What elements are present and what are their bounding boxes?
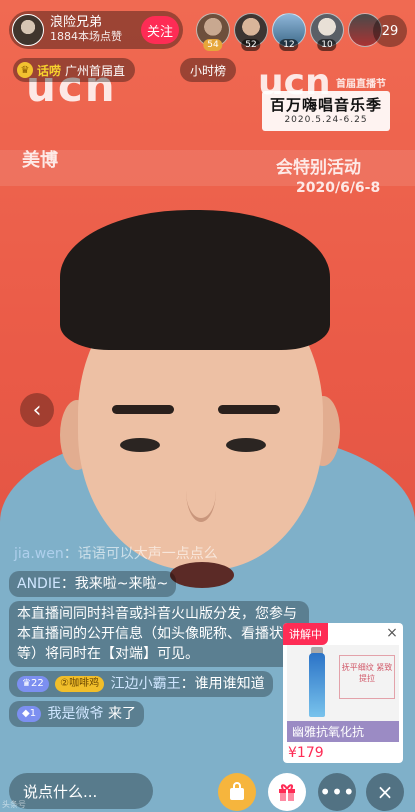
anchor-info[interactable]: 浪险兄弟 1884本场点赞 关注	[9, 11, 183, 49]
product-label: 抚平细纹 紧致提拉	[339, 655, 395, 699]
more-icon[interactable]: •••	[318, 773, 356, 811]
left-eye	[120, 438, 160, 452]
viewer-badge: 52	[241, 39, 261, 51]
fan-club-badge: ② 咖啡鸡	[55, 676, 105, 692]
gift-icon[interactable]	[268, 773, 306, 811]
rank-pill[interactable]: ♛ 话唠 广州首届直	[13, 58, 136, 82]
close-stream-icon[interactable]: ×	[366, 773, 404, 811]
shopping-bag-svg	[230, 782, 244, 800]
comment-text: ：谁用谁知道	[180, 676, 265, 692]
product-name: 幽雅抗氧化抗	[287, 721, 399, 742]
watermark: 头条号	[2, 800, 26, 809]
comment-item[interactable]: ◆ 1 我是微爷 来了	[9, 701, 144, 727]
level-number: 1	[29, 708, 37, 719]
right-eye	[226, 438, 266, 452]
viewer-avatar[interactable]: 52	[234, 13, 268, 51]
promo-title: 百万嗨唱音乐季	[269, 96, 382, 114]
background-small-text: 首届直播节	[336, 79, 386, 90]
shopping-bag-icon[interactable]	[218, 773, 256, 811]
comment-user[interactable]: ANDIE	[17, 576, 61, 592]
bottle	[309, 653, 325, 717]
anchor-likes: 1884本场点赞	[50, 30, 122, 44]
anchor-avatar[interactable]	[12, 14, 44, 46]
hair	[60, 210, 330, 350]
user-level-badge: ◆ 1	[17, 706, 42, 722]
rank-text: 广州首届直	[65, 63, 126, 78]
comment-text: ：我来啦~来啦~	[60, 576, 169, 592]
anchor-name: 浪险兄弟	[50, 15, 103, 31]
chat-input[interactable]: 说点什么...	[9, 773, 153, 809]
comment-item[interactable]: ♛ 22 ② 咖啡鸡 江边小霸王：谁用谁知道	[9, 671, 273, 697]
user-level-badge: ♛ 22	[17, 676, 49, 692]
viewer-avatar[interactable]: 54	[196, 13, 230, 51]
viewer-avatar[interactable]: 12	[272, 13, 306, 51]
viewer-badge: 10	[317, 39, 337, 51]
crown-icon: ♛	[17, 62, 33, 78]
system-notice: 本直播间同时抖音或抖音火山版分发，您参与本直播间的公开信息（如头像昵称、看播状态…	[9, 601, 309, 667]
fan-badge-text: 咖啡鸡	[69, 678, 100, 689]
nose	[186, 460, 216, 522]
explaining-tag: 讲解中	[283, 623, 328, 645]
comment-feed: jia.wen：话语可以大声一点点么 ANDIE：我来啦~来啦~ 本直播间同时抖…	[9, 541, 309, 731]
comment-user[interactable]: 我是微爷	[48, 706, 104, 722]
promo-date: 2020.5.24-6.25	[284, 115, 368, 125]
close-icon[interactable]: ×	[384, 625, 400, 641]
comment-item[interactable]: ANDIE：我来啦~来啦~	[9, 571, 177, 597]
follow-button[interactable]: 关注	[141, 16, 179, 44]
comment-user[interactable]: 江边小霸王	[111, 676, 181, 692]
chevron-left-icon[interactable]: ‹	[20, 393, 54, 427]
left-brow	[112, 405, 174, 414]
level-number: 22	[30, 678, 44, 689]
promo-banner[interactable]: 百万嗨唱音乐季 2020.5.24-6.25	[262, 91, 390, 131]
anchor-text: 浪险兄弟 1884本场点赞	[50, 15, 122, 44]
hourly-rank-button[interactable]: 小时榜	[180, 58, 237, 82]
rank-tag: 话唠	[37, 63, 62, 78]
comment-text: ：话语可以大声一点点么	[63, 546, 218, 562]
product-card[interactable]: 讲解中 × 抚平细纹 紧致提拉 幽雅抗氧化抗 ¥179	[283, 623, 403, 763]
top-viewers: 54 52 12 10	[196, 13, 382, 51]
product-image[interactable]: 抚平细纹 紧致提拉	[287, 645, 399, 721]
viewer-badge: 54	[203, 39, 223, 51]
comment-text: 来了	[103, 706, 136, 722]
comment-user[interactable]: jia.wen	[14, 546, 64, 562]
comment-item[interactable]: jia.wen：话语可以大声一点点么	[9, 541, 226, 567]
product-price: ¥179	[288, 745, 324, 761]
viewer-count[interactable]: 29	[373, 15, 407, 47]
gift-svg	[279, 784, 295, 801]
right-brow	[218, 405, 280, 414]
viewer-avatar[interactable]: 10	[310, 13, 344, 51]
viewer-badge: 12	[279, 39, 299, 51]
